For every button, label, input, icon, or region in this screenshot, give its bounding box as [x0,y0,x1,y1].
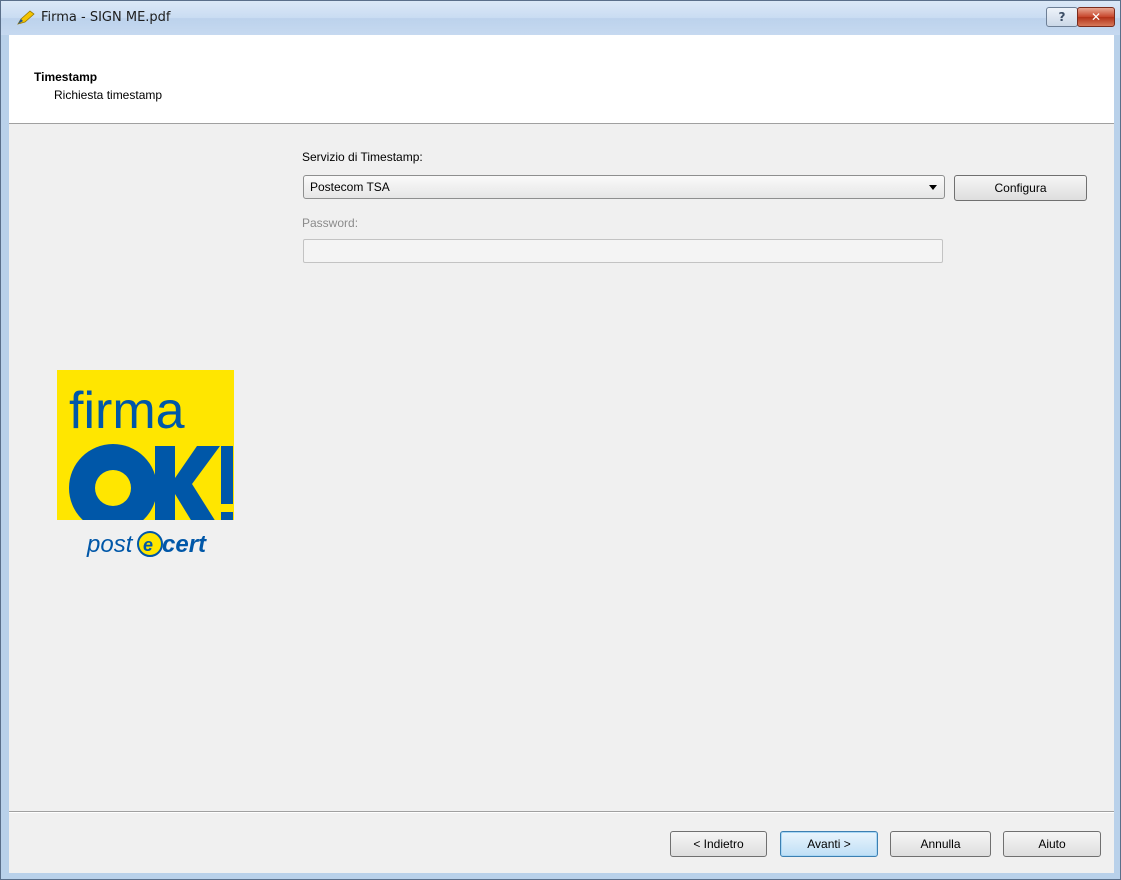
svg-text:cert: cert [162,531,207,558]
window-title: Firma - SIGN ME.pdf [41,10,171,25]
firma-ok-logo: firma post e cert [57,370,234,560]
wizard-client-area: Timestamp Richiesta timestamp firma post… [9,35,1114,873]
pen-icon [17,10,35,25]
password-field[interactable] [303,239,943,263]
title-bar[interactable]: Firma - SIGN ME.pdf ? ✕ [1,1,1120,35]
timestamp-service-select[interactable]: Postecom TSA [303,175,945,199]
timestamp-service-value: Postecom TSA [310,180,390,194]
service-label: Servizio di Timestamp: [302,150,423,164]
svg-text:e: e [143,535,153,555]
svg-text:firma: firma [69,382,185,440]
help-title-button[interactable]: ? [1046,7,1078,27]
wizard-header: Timestamp Richiesta timestamp [9,35,1114,124]
password-label: Password: [302,216,359,230]
next-button[interactable]: Avanti > [780,831,878,857]
wizard-window: Firma - SIGN ME.pdf ? ✕ Timestamp Richie… [0,0,1121,880]
footer-divider-highlight [9,812,1114,813]
svg-text:post: post [86,531,134,558]
page-title: Timestamp [34,70,98,84]
chevron-down-icon[interactable] [929,185,937,190]
close-button[interactable]: ✕ [1077,7,1115,27]
configure-button[interactable]: Configura [954,175,1087,201]
cancel-button[interactable]: Annulla [890,831,991,857]
help-button[interactable]: Aiuto [1003,831,1101,857]
page-subtitle: Richiesta timestamp [54,88,163,102]
back-button[interactable]: < Indietro [670,831,767,857]
